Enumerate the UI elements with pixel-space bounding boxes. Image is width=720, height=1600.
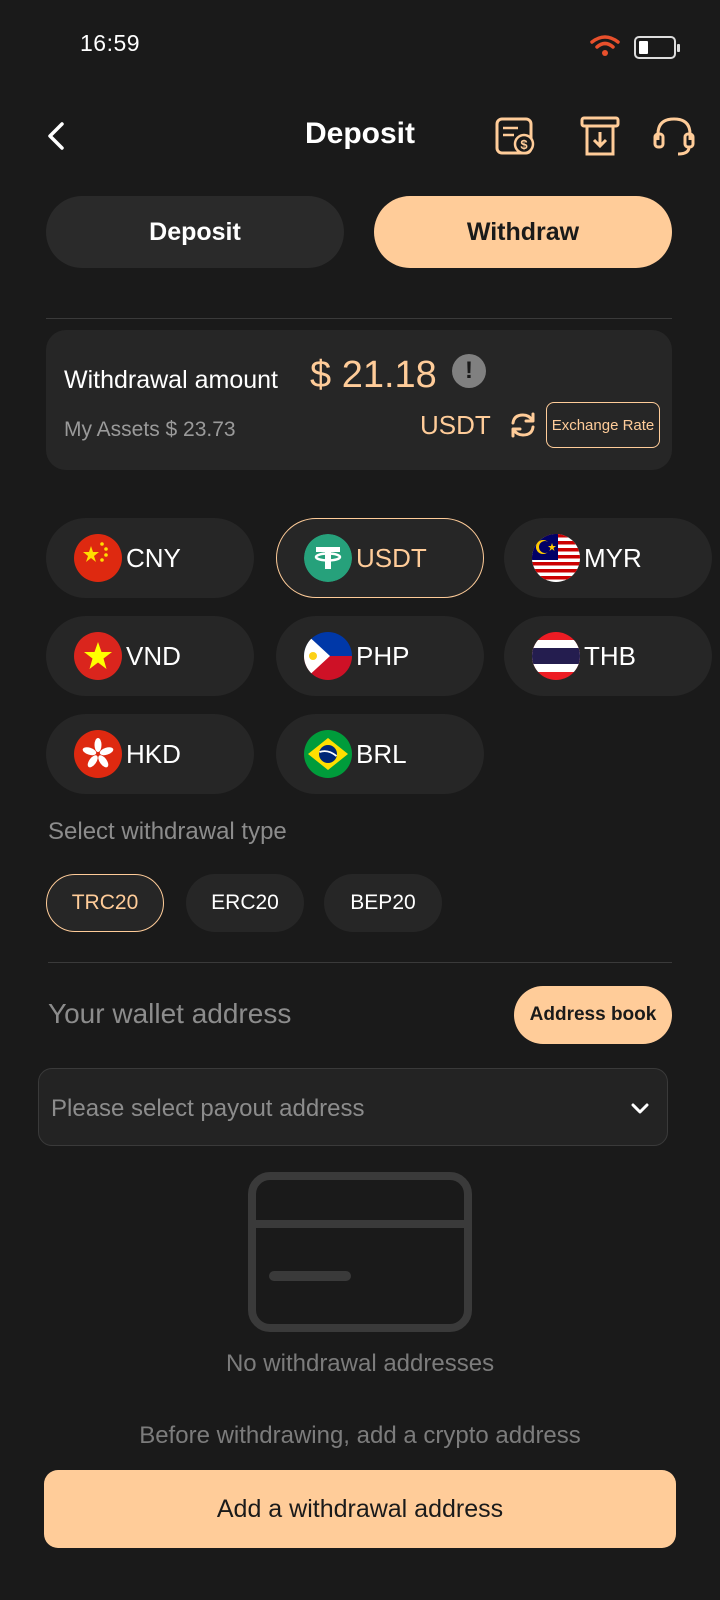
currency-option-thb[interactable]: THB: [504, 616, 712, 696]
currency-option-cny[interactable]: CNY: [46, 518, 254, 598]
tab-deposit[interactable]: Deposit: [46, 196, 344, 268]
currency-option-myr[interactable]: MYR: [504, 518, 712, 598]
empty-state-text: No withdrawal addresses: [225, 1350, 495, 1377]
payout-address-select[interactable]: Please select payout address: [38, 1068, 668, 1146]
hint-text: Before withdrawing, add a crypto address: [139, 1422, 581, 1449]
brazil-flag-icon: [304, 730, 352, 778]
divider: [48, 962, 672, 963]
svg-text:$: $: [520, 137, 528, 152]
withdrawal-amount-value: $ 21.18: [310, 354, 437, 396]
network-option-trc20[interactable]: TRC20: [46, 874, 164, 932]
atm-withdraw-icon[interactable]: [578, 114, 622, 158]
withdrawal-amount-card: Withdrawal amount $ 21.18 ! My Assets $ …: [46, 330, 672, 470]
currency-option-php[interactable]: PHP: [276, 616, 484, 696]
network-option-bep20[interactable]: BEP20: [324, 874, 442, 932]
currency-option-brl[interactable]: BRL: [276, 714, 484, 794]
hong-kong-flag-icon: [74, 730, 122, 778]
currency-code: MYR: [584, 542, 642, 573]
currency-code: THB: [584, 640, 636, 671]
currency-option-hkd[interactable]: HKD: [46, 714, 254, 794]
exchange-rate-button[interactable]: Exchange Rate: [546, 402, 660, 448]
currency-code: VND: [126, 640, 181, 671]
withdrawal-type-label: Select withdrawal type: [48, 818, 287, 845]
status-time: 16:59: [80, 30, 141, 56]
vietnam-flag-icon: [74, 632, 122, 680]
currency-code: BRL: [356, 738, 407, 769]
currency-code: CNY: [126, 542, 181, 573]
currency-code: HKD: [126, 738, 181, 769]
philippines-flag-icon: [304, 632, 352, 680]
currency-option-vnd[interactable]: VND: [46, 616, 254, 696]
refresh-icon[interactable]: [508, 410, 538, 440]
tether-logo-icon: [304, 534, 352, 582]
wifi-icon: [590, 35, 620, 56]
battery-icon: [634, 36, 680, 59]
divider: [46, 318, 672, 319]
info-icon[interactable]: !: [452, 354, 486, 388]
withdrawal-amount-label: Withdrawal amount: [64, 366, 278, 394]
thailand-flag-icon: [532, 632, 580, 680]
customer-service-icon[interactable]: [652, 114, 696, 158]
tab-withdraw[interactable]: Withdraw: [374, 196, 672, 268]
malaysia-flag-icon: [532, 534, 580, 582]
select-placeholder: Please select payout address: [51, 1095, 365, 1122]
address-book-button[interactable]: Address book: [514, 986, 672, 1044]
network-option-erc20[interactable]: ERC20: [186, 874, 304, 932]
my-assets: My Assets $ 23.73: [64, 418, 236, 441]
chevron-down-icon: [631, 1103, 649, 1114]
currency-label: USDT: [420, 410, 491, 440]
currency-option-usdt[interactable]: USDT: [276, 518, 484, 598]
add-withdrawal-address-button[interactable]: Add a withdrawal address: [44, 1470, 676, 1548]
currency-code: USDT: [356, 542, 427, 573]
wallet-address-label: Your wallet address: [48, 998, 292, 1029]
transaction-record-icon[interactable]: $: [494, 114, 538, 158]
currency-code: PHP: [356, 640, 410, 671]
empty-card-icon: [248, 1172, 472, 1332]
china-flag-icon: [74, 534, 122, 582]
